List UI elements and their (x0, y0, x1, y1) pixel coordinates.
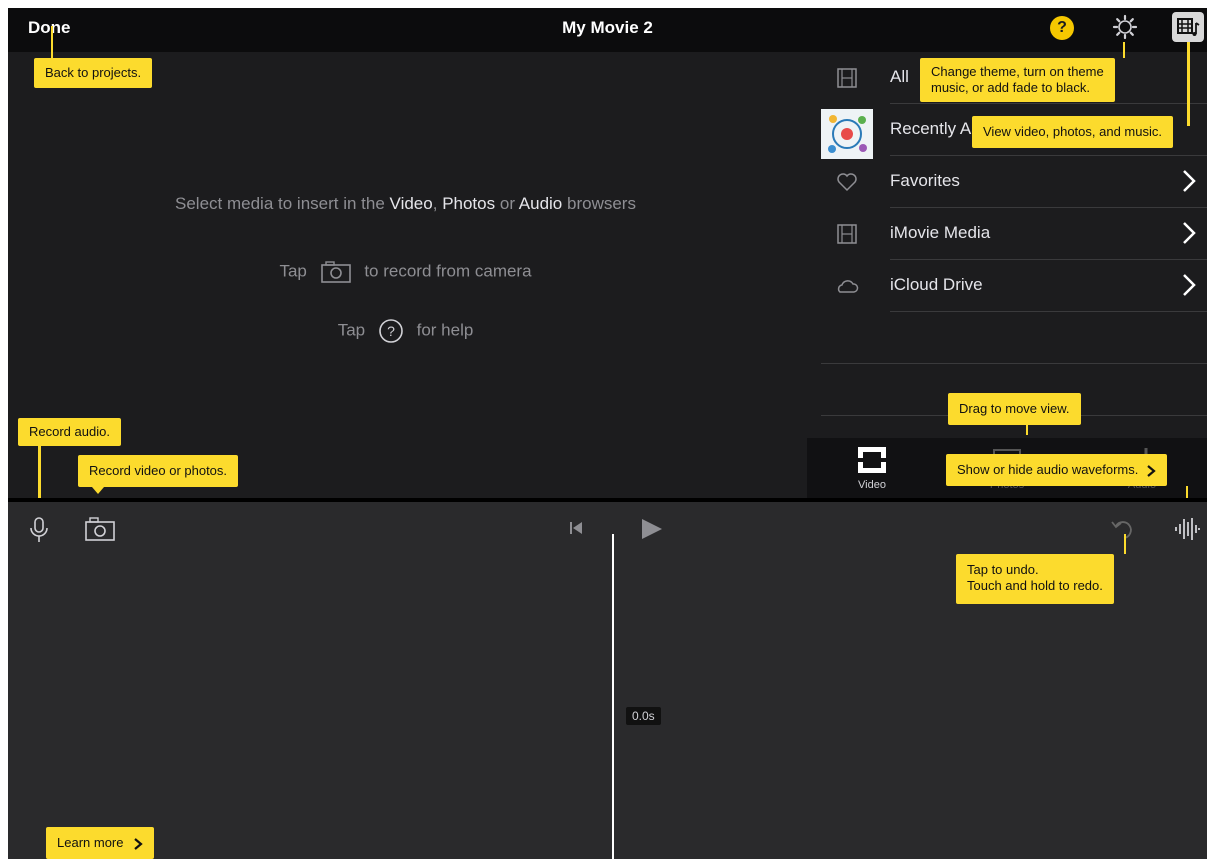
browser-item-label: iMovie Media (890, 223, 991, 242)
help-hint: Tap ? for help (8, 318, 803, 344)
gear-icon (1112, 14, 1138, 40)
tip-back-line (51, 26, 53, 58)
tip-waveforms-line (1186, 486, 1188, 498)
undo-icon (1111, 521, 1132, 539)
tip-audio-waveforms[interactable]: Show or hide audio waveforms. (946, 454, 1167, 486)
tip-media-line (1187, 42, 1190, 126)
tip-undo-line (1124, 534, 1126, 554)
waveform-toggle-button[interactable] (1173, 516, 1201, 542)
tip-drag-view: Drag to move view. (948, 393, 1081, 425)
top-bar: Done My Movie 2 ? (8, 8, 1207, 52)
camera-icon (85, 517, 115, 541)
viewer-area[interactable]: Select media to insert in the Video, Pho… (8, 52, 803, 498)
undo-button[interactable] (1108, 516, 1136, 542)
settings-gear-button[interactable] (1112, 14, 1138, 40)
tip-record-video-arrow (92, 487, 104, 494)
browser-item-label: Favorites (890, 171, 960, 190)
hint-video-word: Video (389, 194, 433, 213)
hint-suffix: browsers (567, 194, 636, 213)
divider-line (821, 363, 1207, 364)
chevron-right-icon (1183, 222, 1196, 244)
time-indicator: 0.0s (626, 707, 661, 725)
tip-record-video: Record video or photos. (78, 455, 239, 487)
help-button[interactable]: ? (1050, 16, 1074, 40)
chevron-right-icon (1183, 274, 1196, 296)
help-hint-tap: Tap (337, 320, 366, 340)
cloud-icon (837, 280, 859, 293)
microphone-button[interactable] (28, 516, 50, 544)
browser-item-label: All (890, 67, 909, 86)
tip-theme-line (1123, 42, 1125, 58)
tip-theme-line2: music, or add fade to black. (931, 80, 1090, 95)
browser-item-favorites[interactable]: Favorites (807, 156, 1207, 208)
tip-undo: Tap to undo. Touch and hold to redo. (956, 554, 1114, 604)
hint-or: or (499, 194, 515, 213)
film-icon (837, 68, 857, 88)
browser-item-label: iCloud Drive (890, 275, 983, 294)
row-separator (890, 311, 1207, 312)
help-circle-icon: ? (379, 319, 403, 343)
media-browser-button[interactable] (1172, 12, 1204, 42)
playhead[interactable] (612, 534, 614, 859)
imovie-window: Done My Movie 2 ? Select media to insert… (8, 8, 1207, 859)
tip-view-media: View video, photos, and music. (972, 116, 1173, 148)
video-tab-icon (858, 447, 886, 473)
media-hint: Select media to insert in the Video, Pho… (8, 194, 803, 214)
tip-change-theme: Change theme, turn on theme music, or ad… (920, 58, 1115, 102)
waveform-icon (1175, 518, 1200, 540)
play-button[interactable] (638, 516, 664, 542)
hint-comma: , (432, 194, 438, 213)
svg-text:?: ? (387, 323, 395, 339)
learn-more-label: Learn more (57, 835, 124, 850)
hint-photos-word: Photos (442, 194, 496, 213)
camera-hint-text: to record from camera (364, 261, 532, 281)
help-hint-text: for help (416, 320, 474, 340)
tab-label: Video (858, 479, 886, 491)
play-icon (642, 519, 662, 539)
microphone-icon (30, 517, 48, 542)
chevron-right-icon (1147, 464, 1156, 477)
chevron-right-icon (134, 837, 143, 850)
tip-record-audio: Record audio. (18, 418, 121, 446)
hint-text: Select media to insert in the (175, 194, 385, 213)
tip-drag-line (1026, 425, 1028, 435)
learn-more-button[interactable]: Learn more (46, 827, 155, 859)
tip-theme-line1: Change theme, turn on theme (931, 64, 1104, 79)
film-music-icon (1177, 18, 1200, 36)
camera-hint-tap: Tap (279, 261, 307, 281)
browser-item-imovie-media[interactable]: iMovie Media (807, 208, 1207, 260)
hint-audio-word: Audio (518, 194, 563, 213)
skip-back-icon (570, 522, 582, 534)
tip-undo-line2: Touch and hold to redo. (967, 578, 1103, 593)
skip-to-start-button[interactable] (568, 520, 584, 536)
film-icon (837, 224, 857, 244)
recent-thumbnail (821, 109, 873, 159)
tip-back-to-projects: Back to projects. (34, 58, 153, 88)
camera-icon (320, 261, 351, 283)
browser-item-label: Recently A (890, 119, 972, 138)
chevron-right-icon (1183, 170, 1196, 192)
heart-icon (837, 173, 857, 192)
tab-video[interactable]: Video (807, 438, 937, 498)
camera-hint: Tap to record from camera (8, 260, 803, 284)
camera-button[interactable] (84, 516, 116, 542)
tip-undo-line1: Tap to undo. (967, 562, 1039, 577)
tip-waveforms-text: Show or hide audio waveforms. (957, 462, 1139, 477)
project-title: My Movie 2 (562, 18, 653, 37)
tip-record-audio-line (38, 446, 41, 498)
browser-item-icloud-drive[interactable]: iCloud Drive (807, 260, 1207, 312)
